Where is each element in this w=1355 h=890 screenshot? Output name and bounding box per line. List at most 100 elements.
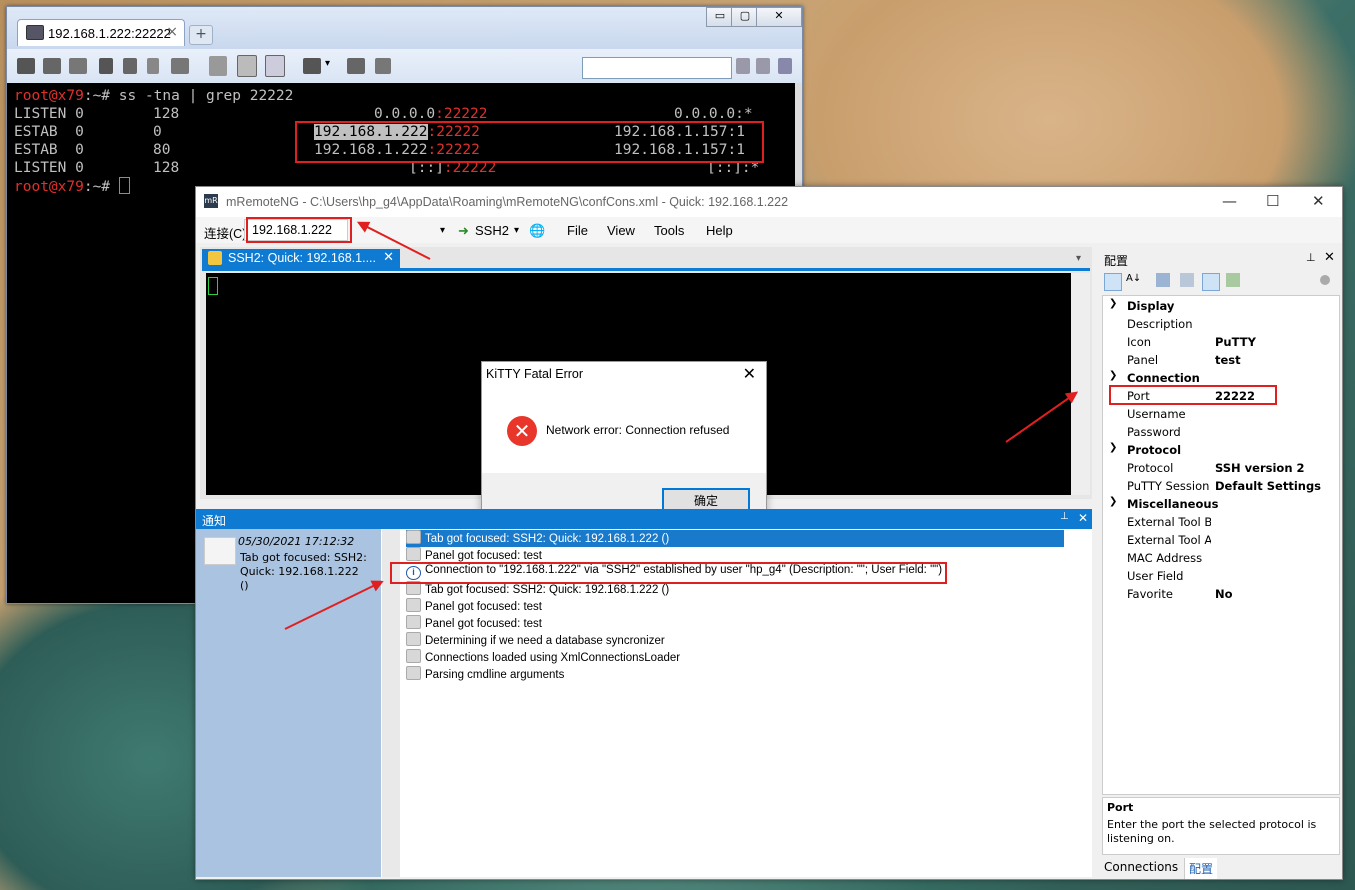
dialog-message: Network error: Connection refused	[546, 423, 730, 437]
property-row[interactable]: MAC Address	[1103, 549, 1337, 567]
property-row[interactable]: Panel test	[1103, 351, 1337, 369]
property-row[interactable]: PuTTY Session Default Settings	[1103, 477, 1337, 495]
inheritance-icon[interactable]	[1180, 273, 1194, 287]
list-item[interactable]: Parsing cmdline arguments	[406, 666, 564, 683]
duplicate-session-icon[interactable]	[43, 58, 61, 74]
close-button[interactable]: ✕	[1312, 192, 1325, 210]
property-row[interactable]: Description	[1103, 315, 1337, 333]
terminal-scrollbar[interactable]	[1071, 273, 1090, 495]
default-inheritance-icon[interactable]	[1226, 273, 1240, 287]
property-row[interactable]: Username	[1103, 405, 1337, 423]
tab-config[interactable]: 配置	[1184, 858, 1218, 879]
connect-dropdown-icon[interactable]: ▾	[440, 225, 445, 236]
menu-view[interactable]: View	[607, 223, 635, 238]
maximize-button[interactable]: ▢	[731, 7, 759, 27]
refresh-icon[interactable]	[778, 58, 792, 74]
dialog-close-icon[interactable]: ✕	[743, 364, 756, 383]
list-item[interactable]: Panel got focused: test	[406, 598, 542, 615]
list-item[interactable]: Panel got focused: test	[406, 615, 542, 632]
alt-key-icon[interactable]	[237, 55, 257, 77]
brush-icon[interactable]	[171, 58, 189, 74]
list-item[interactable]: Tab got focused: SSH2: Quick: 192.168.1.…	[406, 530, 1064, 547]
tab-close-icon[interactable]: ✕	[383, 250, 394, 265]
category-miscellaneous[interactable]: ❯ Miscellaneous	[1103, 495, 1337, 513]
property-row[interactable]: Protocol SSH version 2	[1103, 459, 1337, 477]
property-row[interactable]: Icon PuTTY	[1103, 333, 1337, 351]
wrench-icon[interactable]	[99, 58, 113, 74]
sort-alpha-icon[interactable]: A↓	[1126, 273, 1142, 289]
terminal-cell: 128	[153, 106, 180, 122]
dialog-title: KiTTY Fatal Error	[486, 367, 584, 381]
protocol-button[interactable]: SSH2	[475, 223, 509, 238]
property-row[interactable]: User Field	[1103, 567, 1337, 585]
putty-session-tab[interactable]: 192.168.1.222:22222 ×	[17, 19, 185, 46]
property-row[interactable]: Password	[1103, 423, 1337, 441]
tab-connections[interactable]: Connections	[1104, 860, 1178, 874]
chevron-down-icon: ❯	[1109, 442, 1118, 453]
menu-file[interactable]: File	[567, 223, 588, 238]
search-down-icon[interactable]	[756, 58, 770, 74]
tab-ssh-session[interactable]: SSH2: Quick: 192.168.1.... ✕	[202, 249, 400, 268]
putty-tab-title: 192.168.1.222:22222	[48, 26, 171, 41]
message-icon	[406, 649, 421, 663]
terminal-line: ESTAB 0	[14, 124, 84, 140]
command-icon[interactable]	[347, 58, 365, 74]
list-item[interactable]: Determining if we need a database syncro…	[406, 632, 665, 649]
message-icon	[406, 632, 421, 646]
clone-session-icon[interactable]	[69, 58, 87, 74]
add-tab-button[interactable]: +	[189, 25, 213, 45]
property-row[interactable]: External Tool Bef	[1103, 513, 1337, 531]
menu-help[interactable]: Help	[706, 223, 733, 238]
default-props-icon[interactable]	[1202, 273, 1220, 291]
message-icon	[204, 537, 236, 565]
property-toolbar: A↓	[1102, 271, 1338, 293]
property-row[interactable]: Favorite No	[1103, 585, 1337, 603]
pin-icon[interactable]: ⊥	[1060, 511, 1069, 522]
app-logo-icon: mR	[204, 194, 218, 208]
properties-icon[interactable]	[1156, 273, 1170, 287]
monitor-icon[interactable]	[303, 58, 321, 74]
panel-close-icon[interactable]: ✕	[1324, 250, 1335, 265]
minimize-button[interactable]: ▭	[706, 7, 734, 27]
terminal-icon	[26, 25, 44, 40]
category-protocol[interactable]: ❯ Protocol	[1103, 441, 1337, 459]
putty-toolbar: ▾	[7, 49, 802, 83]
tab-close-icon[interactable]: ×	[166, 24, 178, 40]
pin-icon[interactable]: ⊥	[1306, 251, 1316, 264]
new-session-icon[interactable]	[17, 58, 35, 74]
minimize-button[interactable]: —	[1222, 192, 1237, 210]
message-icon	[406, 530, 421, 544]
download-icon[interactable]	[265, 55, 285, 77]
dropdown-arrow-icon[interactable]: ▾	[325, 58, 335, 74]
terminal-line: LISTEN 0	[14, 160, 84, 176]
notification-detail: 05/30/2021 17:12:32 Tab got focused: SSH…	[196, 529, 381, 877]
putty-tabbar: 192.168.1.222:22222 × + ▭ ▢ ✕	[7, 7, 802, 49]
putty-search-input[interactable]	[582, 57, 732, 79]
notification-list[interactable]: Tab got focused: SSH2: Quick: 192.168.1.…	[390, 529, 1092, 877]
message-icon	[406, 598, 421, 612]
log-icon[interactable]	[209, 56, 227, 76]
message-icon	[406, 547, 421, 561]
paste-icon[interactable]	[147, 58, 159, 74]
window-title: mRemoteNG - C:\Users\hp_g4\AppData\Roami…	[226, 195, 789, 209]
search-up-icon[interactable]	[736, 58, 750, 74]
terminal-cell: 80	[153, 142, 171, 158]
copy-icon[interactable]	[123, 58, 137, 74]
category-display[interactable]: ❯ Display	[1103, 297, 1337, 315]
info-icon[interactable]	[375, 58, 391, 74]
property-grid[interactable]: ❯ Display Description Icon PuTTY Panel test…	[1102, 295, 1340, 795]
panel-close-icon[interactable]: ✕	[1078, 511, 1088, 525]
close-button[interactable]: ✕	[756, 7, 802, 27]
menu-tools[interactable]: Tools	[654, 223, 684, 238]
property-row[interactable]: External Tool Aft	[1103, 531, 1337, 549]
list-item[interactable]: Connections loaded using XmlConnectionsL…	[406, 649, 680, 666]
globe-icon[interactable]: 🌐	[529, 223, 545, 239]
tab-list-dropdown-icon[interactable]: ▾	[1076, 253, 1081, 264]
categorized-icon[interactable]	[1104, 273, 1122, 291]
tab-underline	[202, 268, 1090, 271]
maximize-button[interactable]: ☐	[1266, 192, 1279, 210]
protocol-dropdown-icon[interactable]: ▾	[514, 225, 519, 236]
annotation-highlight-box	[1109, 385, 1277, 405]
play-icon[interactable]: ➜	[458, 223, 469, 239]
tab-label: SSH2: Quick: 192.168.1....	[228, 251, 376, 265]
